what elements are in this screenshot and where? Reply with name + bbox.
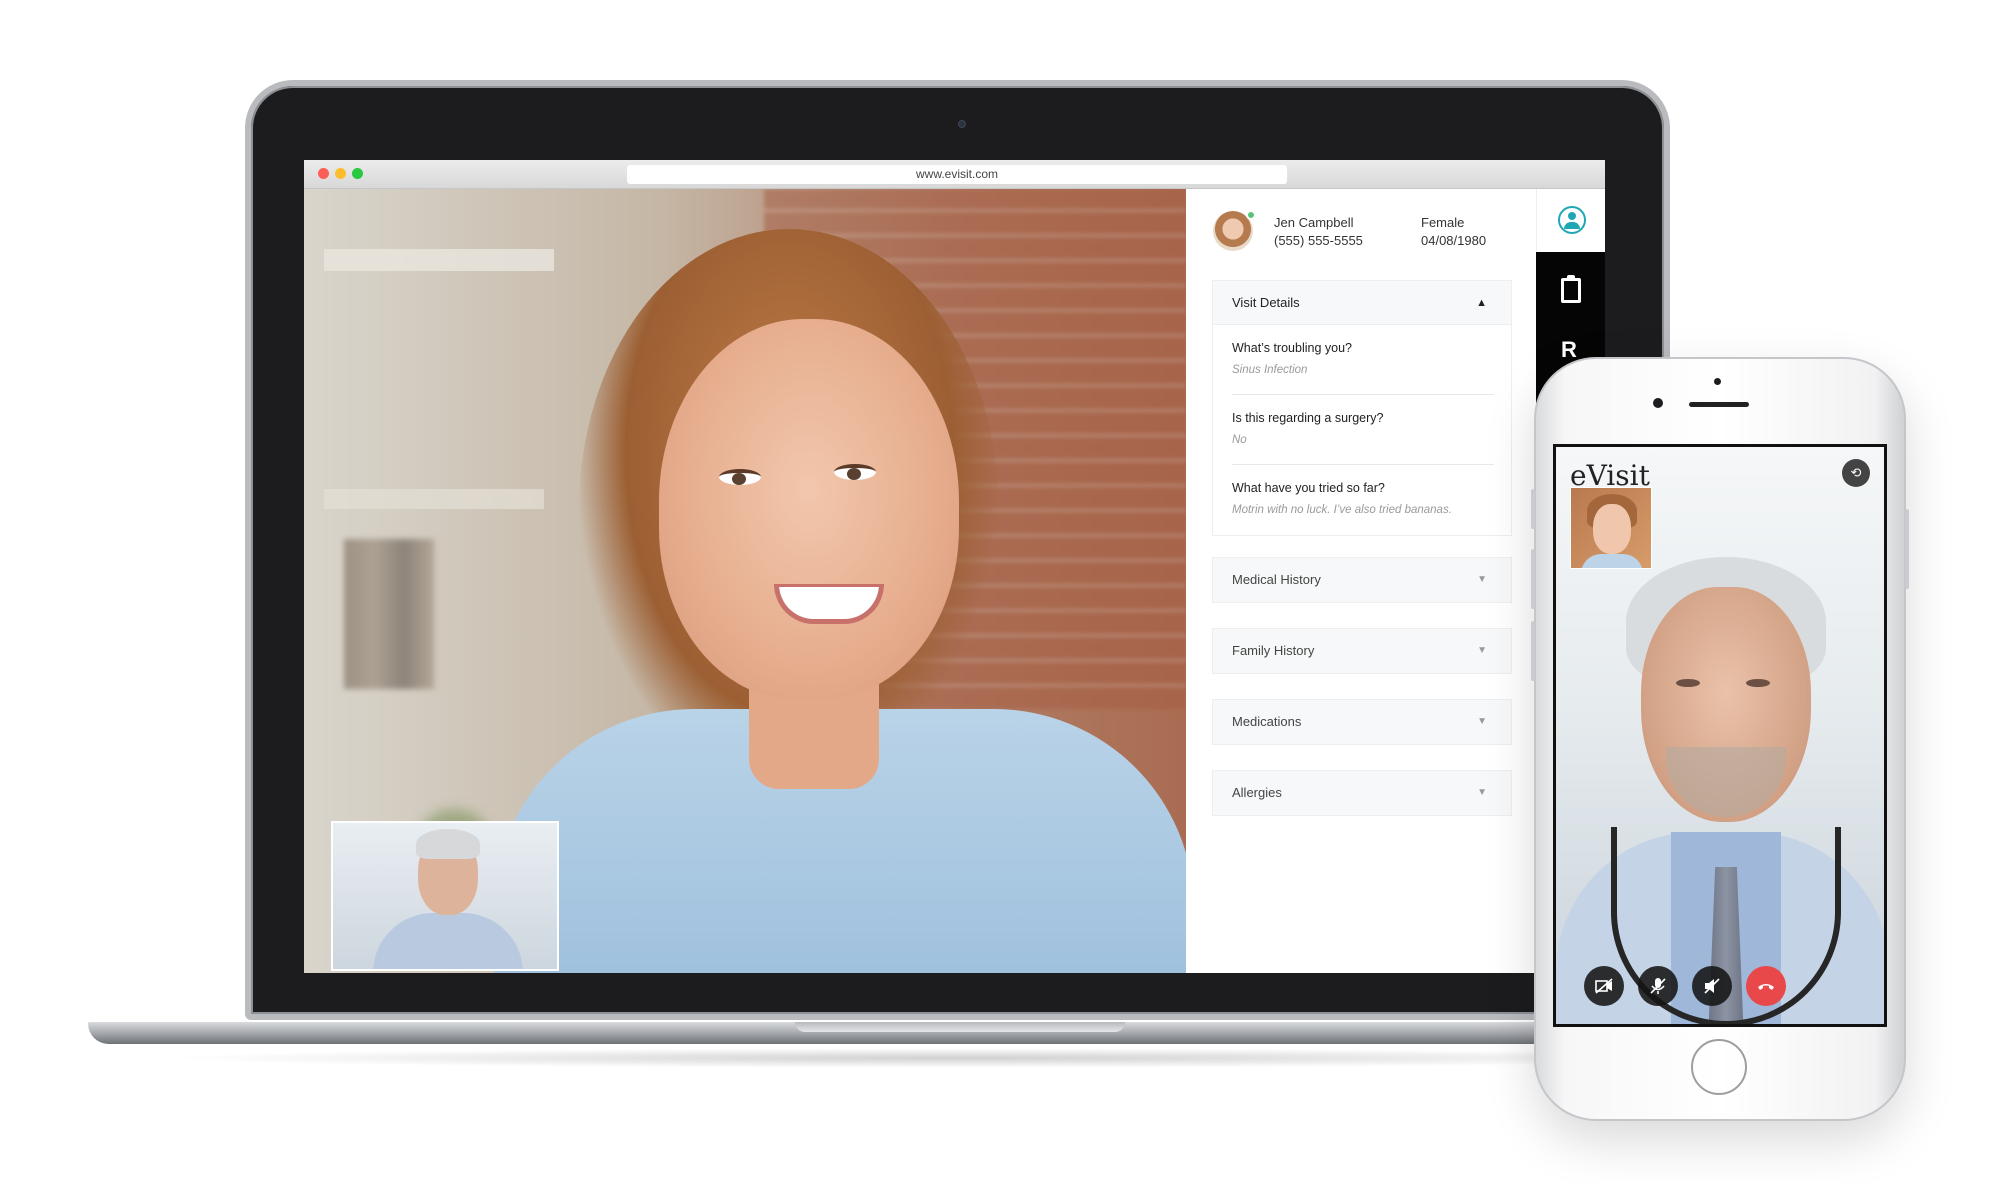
- address-bar[interactable]: www.evisit.com: [627, 165, 1287, 184]
- nav-patient-profile[interactable]: [1536, 189, 1605, 252]
- visit-answer: No: [1232, 434, 1247, 446]
- section-title: Medical History: [1232, 572, 1321, 587]
- section-title: Medications: [1232, 714, 1302, 729]
- patient-video-feed: [304, 189, 1186, 973]
- chevron-down-icon: ▼: [1477, 645, 1487, 656]
- window-close-button[interactable]: [318, 168, 329, 179]
- prescription-icon[interactable]: R: [1561, 337, 1577, 363]
- section-title: Allergies: [1232, 785, 1282, 800]
- laptop-camera: [958, 120, 966, 128]
- laptop-notch: [795, 1022, 1125, 1032]
- video-off-button[interactable]: [1584, 966, 1624, 1006]
- self-view-video[interactable]: [331, 821, 559, 971]
- chevron-up-icon: ▲: [1476, 297, 1487, 309]
- medications-section[interactable]: Medications ▼: [1212, 699, 1512, 745]
- patient-name: Jen Campbell: [1274, 215, 1354, 230]
- visit-question: Is this regarding a surgery?: [1232, 411, 1384, 425]
- patient-gender: Female: [1421, 215, 1465, 230]
- visit-detail-item: Is this regarding a surgery? No: [1232, 395, 1494, 465]
- medical-history-section[interactable]: Medical History ▼: [1212, 557, 1512, 603]
- window-maximize-button[interactable]: [352, 168, 363, 179]
- switch-camera-icon[interactable]: ⟲: [1842, 459, 1870, 487]
- window-minimize-button[interactable]: [335, 168, 346, 179]
- family-history-section[interactable]: Family History ▼: [1212, 628, 1512, 674]
- section-title: Visit Details: [1232, 295, 1300, 310]
- user-icon: [1558, 206, 1586, 234]
- visit-detail-item: What have you tried so far? Motrin with …: [1232, 465, 1494, 535]
- chevron-down-icon: ▼: [1477, 787, 1487, 798]
- visit-answer: Sinus Infection: [1232, 364, 1308, 376]
- mic-off-button[interactable]: [1638, 966, 1678, 1006]
- phone-screen: eVisit ⟲: [1553, 444, 1887, 1027]
- speaker-off-button[interactable]: [1692, 966, 1732, 1006]
- patient-dob: 04/08/1980: [1421, 233, 1487, 248]
- visit-detail-item: What’s troubling you? Sinus Infection: [1232, 325, 1494, 395]
- allergies-section[interactable]: Allergies ▼: [1212, 770, 1512, 816]
- hang-up-button[interactable]: [1746, 966, 1786, 1006]
- browser-toolbar: www.evisit.com: [304, 160, 1605, 189]
- visit-answer: Motrin with no luck. I’ve also tried ban…: [1232, 504, 1452, 516]
- phone-speaker: [1689, 402, 1749, 407]
- phone-frame: eVisit ⟲: [1531, 357, 1909, 1121]
- patient-phone: (555) 555-5555: [1274, 233, 1363, 248]
- phone-self-view-video[interactable]: [1570, 487, 1652, 569]
- home-button[interactable]: [1691, 1039, 1747, 1095]
- chevron-down-icon: ▼: [1477, 574, 1487, 585]
- visit-details-section: Visit Details ▲ What’s troubling you? Si…: [1212, 280, 1512, 536]
- section-title: Family History: [1232, 643, 1315, 658]
- chevron-down-icon: ▼: [1477, 716, 1487, 727]
- laptop-shadow: [160, 1048, 1760, 1068]
- phone-sensor: [1714, 378, 1721, 385]
- laptop-screen: www.evisit.com Jen Campbell (555) 555-55…: [304, 160, 1605, 973]
- online-status-indicator: [1246, 210, 1256, 220]
- phone-front-camera: [1653, 398, 1663, 408]
- visit-question: What have you tried so far?: [1232, 481, 1385, 495]
- visit-question: What’s troubling you?: [1232, 341, 1352, 355]
- visit-details-header[interactable]: Visit Details ▲: [1213, 281, 1511, 325]
- patient-info-panel: Jen Campbell (555) 555-5555 Female 04/08…: [1186, 189, 1536, 973]
- clipboard-icon[interactable]: [1561, 275, 1581, 303]
